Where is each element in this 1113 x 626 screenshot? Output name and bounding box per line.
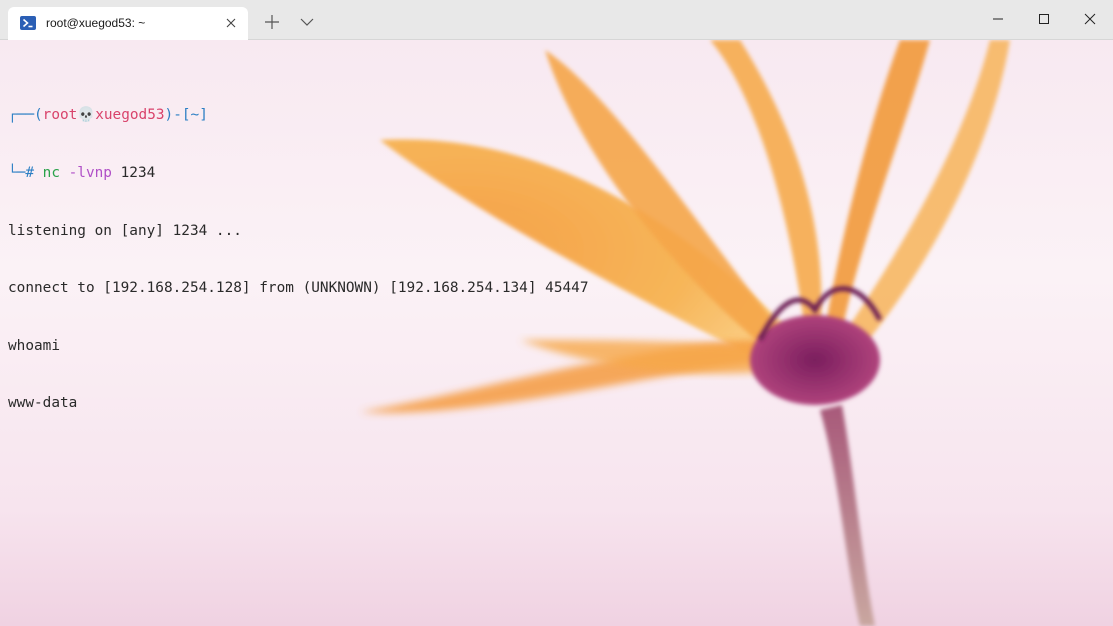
tab-terminal[interactable]: root@xuegod53: ~ xyxy=(8,7,248,40)
new-tab-icon[interactable] xyxy=(262,12,282,32)
prompt-line-command: └─# nc -lvnp 1234 xyxy=(8,164,588,183)
command-flags: -lvnp xyxy=(59,165,112,181)
prompt-path: ~ xyxy=(190,107,200,124)
prompt-box-bottom: └─ xyxy=(8,165,26,181)
powershell-icon xyxy=(20,16,36,30)
tab-title: root@xuegod53: ~ xyxy=(46,16,146,30)
command-name: nc xyxy=(42,165,60,181)
close-tab-icon[interactable] xyxy=(224,16,238,30)
prompt-line-top: ┌──(root💀xuegod53)-[~] xyxy=(8,106,588,125)
terminal-window: root@xuegod53: ~ ┌──(root💀xuegod53)-[~] … xyxy=(0,0,1113,626)
prompt-path-end: ] xyxy=(199,107,208,124)
output-line: whoami xyxy=(8,337,60,354)
output-line: listening on [any] 1234 ... xyxy=(8,222,242,239)
maximize-button[interactable] xyxy=(1021,0,1067,39)
prompt-separator: )-[ xyxy=(164,107,191,124)
prompt-box-top: ┌──( xyxy=(8,107,43,124)
terminal-pane[interactable]: ┌──(root💀xuegod53)-[~] └─# nc -lvnp 1234… xyxy=(0,40,1113,626)
maximize-icon xyxy=(1039,14,1049,24)
command-port: 1234 xyxy=(111,165,156,181)
prompt-user: root xyxy=(42,107,78,124)
terminal-output: ┌──(root💀xuegod53)-[~] └─# nc -lvnp 1234… xyxy=(8,68,588,452)
minimize-icon xyxy=(993,18,1003,20)
close-icon xyxy=(1084,13,1096,25)
output-line: www-data xyxy=(8,395,78,412)
prompt-hash: # xyxy=(25,165,43,181)
skull-icon: 💀 xyxy=(77,107,96,124)
output-line: connect to [192.168.254.128] from (UNKNO… xyxy=(8,280,589,297)
prompt-host: xuegod53 xyxy=(95,107,165,124)
close-window-button[interactable] xyxy=(1067,0,1113,39)
minimize-button[interactable] xyxy=(975,0,1021,39)
title-bar: root@xuegod53: ~ xyxy=(0,0,1113,40)
chevron-down-icon[interactable] xyxy=(298,14,316,30)
